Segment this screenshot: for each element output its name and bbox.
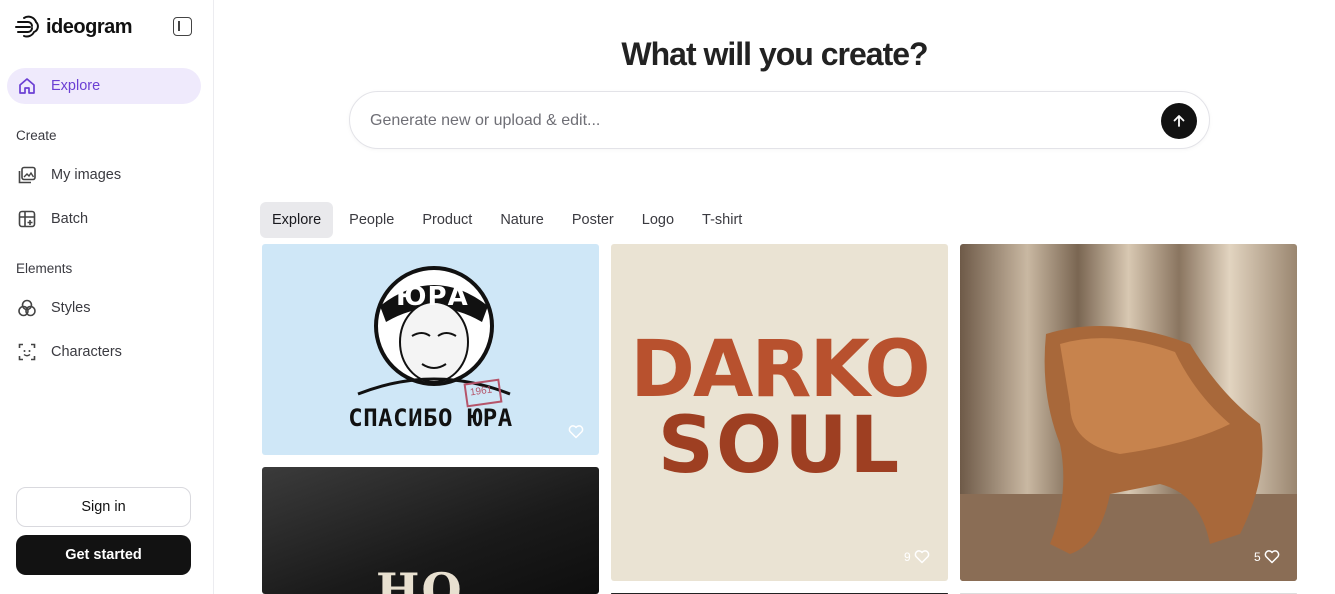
submit-button[interactable]	[1161, 103, 1197, 139]
collapse-sidebar-icon[interactable]	[173, 17, 192, 36]
tab-people[interactable]: People	[337, 202, 406, 238]
batch-icon	[17, 209, 37, 229]
sidebar: ideogram Explore Create My images Batch …	[0, 0, 214, 594]
styles-icon	[17, 298, 37, 318]
gallery-card[interactable]: HO	[262, 467, 599, 594]
tab-nature[interactable]: Nature	[488, 202, 556, 238]
prompt-bar	[349, 91, 1210, 149]
card-partial-text: HO	[376, 563, 464, 594]
prompt-input[interactable]	[370, 106, 1150, 136]
like-count: 5	[1254, 549, 1261, 564]
images-icon	[17, 165, 37, 185]
gallery-card[interactable]: DARKO SOUL 9	[611, 244, 948, 581]
wooden-chair-illustration	[960, 326, 1297, 581]
gallery-card[interactable]: ЮРА 1961 СПАСИБО ЮРА	[262, 244, 599, 455]
heart-icon	[1264, 550, 1279, 564]
gallery-card[interactable]: 5	[960, 244, 1297, 581]
sidebar-item-my-images[interactable]: My images	[7, 157, 201, 193]
section-label-elements: Elements	[16, 261, 73, 276]
card-title-line1: DARKO	[630, 325, 930, 415]
sidebar-item-explore[interactable]: Explore	[7, 68, 201, 104]
ideogram-logo-icon	[15, 15, 39, 38]
sidebar-item-label: Batch	[51, 211, 89, 227]
brand-name: ideogram	[46, 15, 133, 38]
sign-in-button[interactable]: Sign in	[16, 487, 191, 527]
arrow-up-icon	[1173, 115, 1185, 127]
card-caption: СПАСИБО ЮРА	[348, 404, 513, 432]
sidebar-item-label: My images	[51, 167, 122, 183]
page-title: What will you create?	[621, 36, 928, 72]
sidebar-item-label: Explore	[51, 78, 101, 94]
section-label-create: Create	[16, 128, 57, 143]
like-button[interactable]: 9	[904, 549, 930, 564]
brand[interactable]: ideogram	[14, 14, 133, 40]
category-tabs: Explore People Product Nature Poster Log…	[260, 202, 754, 238]
sidebar-item-characters[interactable]: Characters	[7, 334, 201, 370]
sidebar-item-label: Characters	[51, 344, 122, 360]
like-button[interactable]	[568, 424, 584, 439]
home-icon	[17, 76, 37, 96]
tab-product[interactable]: Product	[410, 202, 484, 238]
card-title-line2: SOUL	[657, 401, 902, 491]
like-button[interactable]: 5	[1254, 549, 1280, 564]
tab-explore[interactable]: Explore	[260, 202, 334, 238]
get-started-button[interactable]: Get started	[16, 535, 191, 575]
sidebar-item-label: Styles	[51, 300, 91, 316]
tab-tshirt[interactable]: T-shirt	[690, 202, 754, 238]
heart-icon	[568, 425, 584, 439]
card-title-top: ЮРА	[396, 282, 469, 312]
tab-poster[interactable]: Poster	[560, 202, 626, 238]
sidebar-item-styles[interactable]: Styles	[7, 290, 201, 326]
heart-icon	[914, 550, 929, 564]
like-count: 9	[904, 549, 911, 564]
characters-icon	[17, 342, 37, 362]
sidebar-item-batch[interactable]: Batch	[7, 201, 201, 237]
tab-logo[interactable]: Logo	[630, 202, 686, 238]
